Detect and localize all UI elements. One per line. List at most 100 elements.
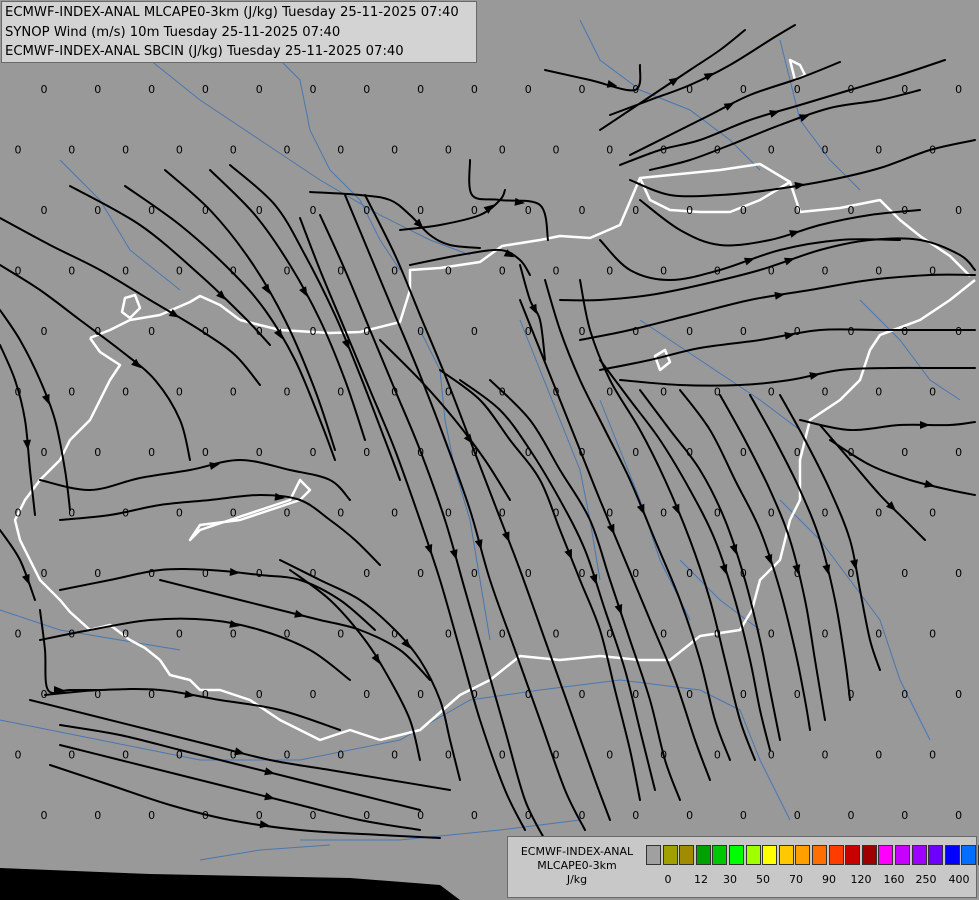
legend-swatch-13 (861, 845, 877, 865)
grid-value-label: 0 (768, 386, 775, 399)
grid-value-label: 0 (391, 628, 398, 641)
grid-value-label: 0 (256, 688, 263, 701)
grid-value-label: 0 (525, 204, 532, 217)
grid-value-label: 0 (230, 507, 237, 520)
grid-value-label: 0 (955, 325, 962, 338)
grid-value-label: 0 (553, 144, 560, 157)
legend-swatch-14 (878, 845, 894, 865)
grid-value-label: 0 (794, 204, 801, 217)
legend-tick-30: 30 (723, 873, 737, 886)
grid-value-label: 0 (471, 567, 478, 580)
grid-value-label: 0 (822, 265, 829, 278)
grid-value-label: 0 (310, 567, 317, 580)
legend-swatch-19 (961, 845, 977, 865)
grid-value-label: 0 (122, 386, 129, 399)
grid-value-label: 0 (94, 83, 101, 96)
grid-value-label: 0 (579, 688, 586, 701)
grid-value-label: 0 (632, 809, 639, 822)
legend-swatch-4 (712, 845, 728, 865)
grid-value-label: 0 (579, 204, 586, 217)
grid-value-label: 0 (822, 628, 829, 641)
grid-value-label: 0 (148, 688, 155, 701)
grid-value-label: 0 (632, 325, 639, 338)
grid-value-label: 0 (230, 386, 237, 399)
grid-value-label: 0 (94, 688, 101, 701)
grid-value-label: 0 (901, 83, 908, 96)
grid-value-label: 0 (148, 325, 155, 338)
grid-value-label: 0 (499, 507, 506, 520)
grid-value-label: 0 (176, 507, 183, 520)
grid-value-label: 0 (445, 265, 452, 278)
grid-value-label: 0 (122, 749, 129, 762)
legend-label: ECMWF-INDEX-ANAL MLCAPE0-3km J/kg (512, 845, 642, 887)
grid-value-label: 0 (15, 265, 22, 278)
grid-value-label: 0 (148, 567, 155, 580)
grid-value-label: 0 (579, 567, 586, 580)
grid-value-label: 0 (94, 325, 101, 338)
grid-value-label: 0 (660, 749, 667, 762)
grid-value-label: 0 (310, 446, 317, 459)
grid-value-label: 0 (955, 446, 962, 459)
grid-value-label: 0 (714, 144, 721, 157)
grid-value-label: 0 (553, 265, 560, 278)
grid-value-label: 0 (686, 204, 693, 217)
grid-value-label: 0 (955, 204, 962, 217)
legend-tick-160: 160 (883, 873, 905, 886)
grid-value-label: 0 (848, 809, 855, 822)
legend-swatch-0 (646, 845, 661, 865)
grid-value-label: 0 (929, 507, 936, 520)
grid-value-label: 0 (445, 628, 452, 641)
grid-value-label: 0 (284, 386, 291, 399)
grid-value-label: 0 (768, 628, 775, 641)
grid-value-label: 0 (901, 204, 908, 217)
grid-value-label: 0 (822, 749, 829, 762)
weather-map[interactable]: 0 0 0 0 0 0 0 0 0 0 0 0 0 0 0 0 0 0 0 0 0 0 0 0 0 0 0 0 0 0 0 0 0 0 0 0 0 0 0 0… (0, 0, 979, 900)
grid-value-label: 0 (41, 688, 48, 701)
grid-value-label: 0 (848, 83, 855, 96)
grid-value-label: 0 (714, 265, 721, 278)
grid-value-label: 0 (256, 325, 263, 338)
grid-value-label: 0 (363, 325, 370, 338)
grid-value-label: 0 (606, 265, 613, 278)
grid-value-label: 0 (391, 507, 398, 520)
grid-value-label: 0 (525, 567, 532, 580)
grid-value-label: 0 (148, 809, 155, 822)
legend-tick-12: 12 (694, 873, 708, 886)
grid-value-label: 0 (714, 628, 721, 641)
grid-value-label: 0 (284, 265, 291, 278)
grid-value-label: 0 (768, 144, 775, 157)
legend-swatch-9 (795, 845, 811, 865)
grid-value-label: 0 (94, 809, 101, 822)
grid-value-label: 0 (929, 628, 936, 641)
grid-value-label: 0 (660, 628, 667, 641)
grid-value-label: 0 (310, 83, 317, 96)
grid-value-label: 0 (148, 204, 155, 217)
grid-value-label: 0 (525, 446, 532, 459)
grid-value-label: 0 (391, 386, 398, 399)
map-container[interactable]: 0 0 0 0 0 0 0 0 0 0 0 0 0 0 0 0 0 0 0 0 0 0 0 0 0 0 0 0 0 0 0 0 0 0 0 0 0 0 0 0… (0, 0, 979, 900)
grid-value-label: 0 (148, 83, 155, 96)
grid-value-label: 0 (471, 446, 478, 459)
grid-value-label: 0 (794, 688, 801, 701)
legend-swatch-18 (944, 845, 960, 865)
grid-value-label: 0 (256, 809, 263, 822)
legend-parameter: MLCAPE0-3km (537, 859, 617, 872)
grid-value-label: 0 (284, 144, 291, 157)
grid-value-label: 0 (417, 567, 424, 580)
grid-value-label: 0 (686, 567, 693, 580)
grid-value-label: 0 (68, 507, 75, 520)
legend-swatch-12 (845, 845, 861, 865)
grid-value-label: 0 (768, 507, 775, 520)
grid-value-label: 0 (148, 446, 155, 459)
legend-swatch-8 (778, 845, 794, 865)
grid-value-label: 0 (122, 507, 129, 520)
grid-value-label: 0 (794, 83, 801, 96)
legend-swatch-16 (911, 845, 927, 865)
grid-value-label: 0 (417, 688, 424, 701)
grid-value-label: 0 (714, 386, 721, 399)
grid-value-label: 0 (929, 144, 936, 157)
grid-value-label: 0 (499, 749, 506, 762)
grid-value-label: 0 (41, 83, 48, 96)
legend-swatches (646, 845, 979, 865)
grid-value-label: 0 (686, 325, 693, 338)
